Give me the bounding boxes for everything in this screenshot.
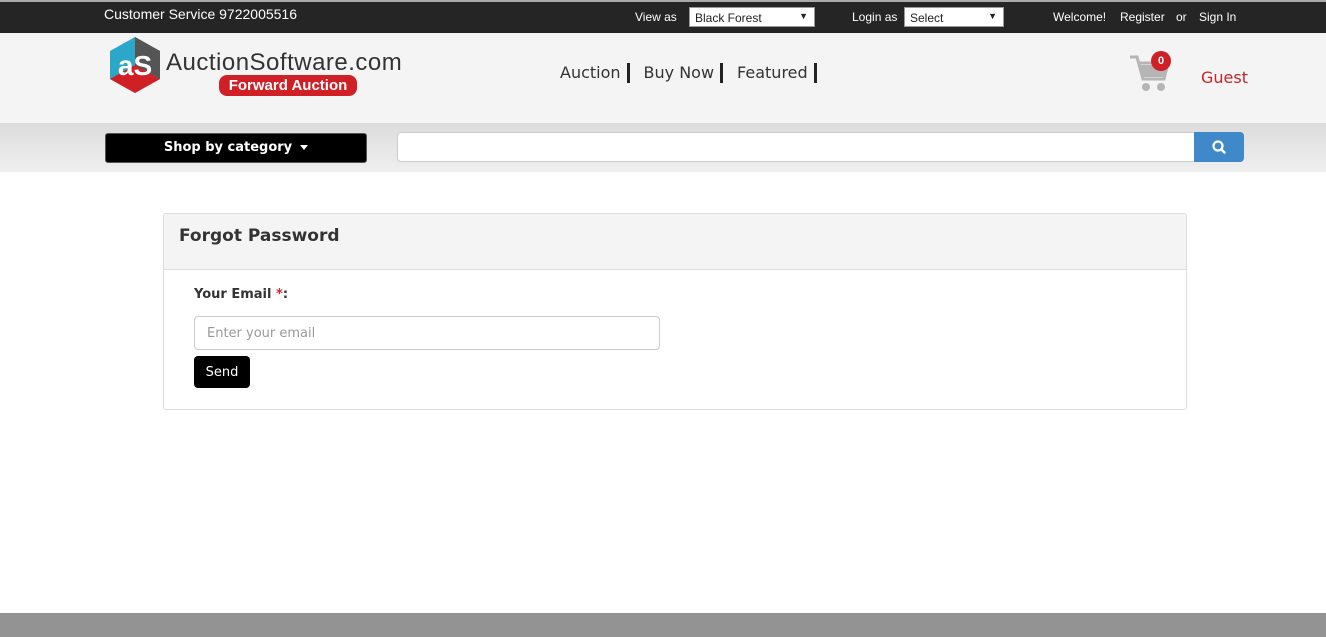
view-as-label: View as <box>635 10 677 24</box>
label-colon: : <box>282 287 289 302</box>
main-nav: Auction Buy Now Featured <box>560 63 831 83</box>
forgot-password-panel: Forgot Password Your Email *: Send <box>163 213 1187 410</box>
register-link[interactable]: Register <box>1120 10 1165 24</box>
search-icon <box>1212 140 1226 154</box>
nav-buy-now[interactable]: Buy Now <box>644 63 724 83</box>
login-as-label: Login as <box>852 10 898 24</box>
email-label-text: Your Email <box>194 287 272 302</box>
panel-title: Forgot Password <box>164 214 1186 270</box>
logo[interactable]: aS AuctionSoftware.com Forward Auction <box>108 35 418 97</box>
search-button[interactable] <box>1194 132 1244 162</box>
sign-in-link[interactable]: Sign In <box>1199 10 1236 24</box>
view-as-value: Black Forest <box>695 11 762 25</box>
customer-service: Customer Service 9722005516 <box>104 6 298 22</box>
shop-by-category-button[interactable]: Shop by category <box>105 133 367 163</box>
email-field[interactable] <box>194 316 660 350</box>
required-mark: * <box>276 287 283 302</box>
welcome-text: Welcome! <box>1053 10 1107 24</box>
shop-by-category-label: Shop by category <box>163 140 293 155</box>
login-as-value: Select <box>910 11 944 25</box>
cart-count-badge: 0 <box>1151 51 1171 71</box>
logo-badge: Forward Auction <box>219 75 357 96</box>
header: aS AuctionSoftware.com Forward Auction A… <box>0 33 1326 123</box>
dropdown-arrow-icon: ▼ <box>988 11 997 21</box>
caret-down-icon <box>300 145 309 150</box>
view-as-select[interactable]: Black Forest ▼ <box>689 7 815 27</box>
top-bar: Customer Service 9722005516 View as Blac… <box>0 0 1326 33</box>
nav-auction[interactable]: Auction <box>560 63 630 83</box>
svg-text:aS: aS <box>118 50 152 81</box>
search-bar: Shop by category <box>0 123 1326 172</box>
or-text: or <box>1176 10 1187 24</box>
user-name[interactable]: Guest <box>1201 68 1248 87</box>
dropdown-arrow-icon: ▼ <box>799 11 808 21</box>
logo-text: AuctionSoftware.com <box>166 49 403 76</box>
search-input[interactable] <box>397 132 1195 162</box>
email-label: Your Email *: <box>194 287 288 302</box>
footer <box>0 613 1326 637</box>
nav-featured[interactable]: Featured <box>737 63 817 83</box>
send-button[interactable]: Send <box>194 356 250 388</box>
login-as-select[interactable]: Select ▼ <box>904 7 1004 27</box>
logo-icon: aS <box>110 37 160 93</box>
